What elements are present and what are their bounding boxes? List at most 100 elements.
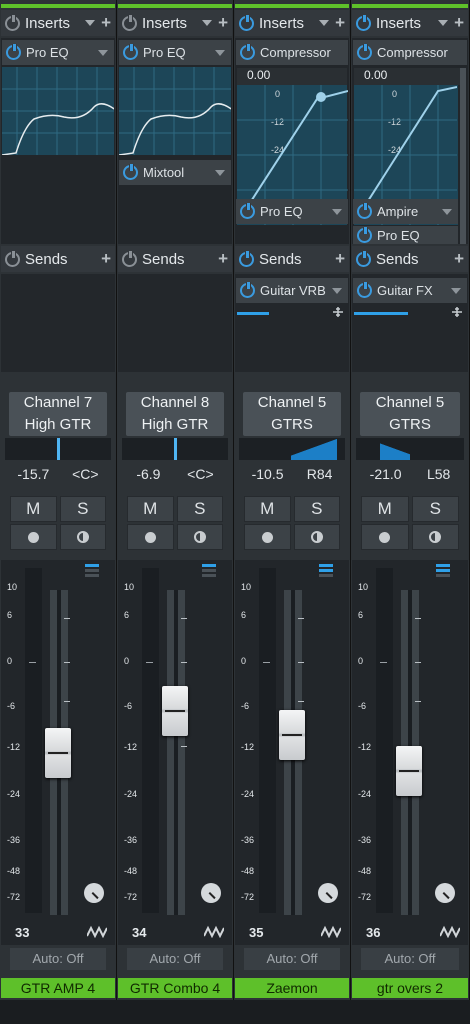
plus-icon[interactable]: + <box>335 249 345 269</box>
send-slot-guitar-vrb[interactable]: Guitar VRB <box>236 278 348 303</box>
power-icon[interactable] <box>6 44 21 60</box>
pan-slider[interactable] <box>122 438 228 460</box>
pan-slider[interactable] <box>5 438 111 460</box>
power-icon[interactable] <box>356 14 371 31</box>
insert-slot-pro-eq[interactable]: Pro EQ <box>236 199 348 224</box>
inserts-header[interactable]: Inserts + <box>118 10 232 36</box>
channel-io-box[interactable]: Channel 5 GTRS <box>360 392 460 436</box>
power-icon[interactable] <box>122 14 137 31</box>
pan-slider[interactable] <box>239 438 345 460</box>
plus-icon[interactable]: + <box>218 249 228 269</box>
power-icon[interactable] <box>240 203 255 219</box>
pan-knob-icon[interactable] <box>435 883 455 903</box>
insert-slot-ampire[interactable]: Ampire <box>353 199 458 224</box>
insert-slot-compressor[interactable]: Compressor <box>353 40 467 65</box>
pan-knob-icon[interactable] <box>84 883 104 903</box>
power-icon[interactable] <box>122 250 137 267</box>
dropdown-triangle-icon[interactable] <box>451 287 461 294</box>
mute-button[interactable]: M <box>127 496 174 522</box>
waveform-icon[interactable] <box>87 924 107 938</box>
dropdown-triangle-icon[interactable] <box>332 208 342 215</box>
pan-knob-icon[interactable] <box>318 883 338 903</box>
power-icon[interactable] <box>239 14 254 31</box>
channel-name[interactable]: GTR Combo 4 <box>118 978 232 998</box>
send-pan-icon[interactable] <box>450 306 464 318</box>
insert-slot-mixtool[interactable]: Mixtool <box>119 160 231 185</box>
fader-track[interactable] <box>167 590 185 915</box>
plus-icon[interactable]: + <box>218 13 228 33</box>
fader-handle[interactable] <box>162 686 188 736</box>
mute-button[interactable]: M <box>10 496 57 522</box>
pan-slider[interactable] <box>356 438 464 460</box>
record-arm-button[interactable] <box>10 524 57 550</box>
automation-mode[interactable]: Auto: Off <box>127 948 223 970</box>
sends-header[interactable]: Sends + <box>352 246 468 272</box>
send-level-bar[interactable] <box>354 312 408 315</box>
waveform-icon[interactable] <box>440 924 460 938</box>
inserts-header[interactable]: Inserts + <box>1 10 115 36</box>
power-icon[interactable] <box>123 44 138 60</box>
fader-handle[interactable] <box>279 710 305 760</box>
solo-button[interactable]: S <box>59 496 106 522</box>
dropdown-triangle-icon[interactable] <box>438 20 449 26</box>
power-icon[interactable] <box>5 14 20 31</box>
power-icon[interactable] <box>357 203 372 219</box>
sends-header[interactable]: Sends + <box>1 246 115 272</box>
power-icon[interactable] <box>357 226 372 243</box>
waveform-icon[interactable] <box>321 924 341 938</box>
insert-slot-pro-eq[interactable]: Pro EQ <box>353 226 458 244</box>
channel-io-box[interactable]: Channel 8 High GTR <box>126 392 224 436</box>
plus-icon[interactable]: + <box>101 13 111 33</box>
plus-icon[interactable]: + <box>454 249 464 269</box>
solo-button[interactable]: S <box>293 496 340 522</box>
fader-handle[interactable] <box>45 728 71 778</box>
inserts-header[interactable]: Inserts + <box>352 10 468 36</box>
sends-header[interactable]: Sends + <box>235 246 349 272</box>
power-icon[interactable] <box>123 164 138 180</box>
channel-io-box[interactable]: Channel 5 GTRS <box>243 392 341 436</box>
dropdown-triangle-icon[interactable] <box>215 169 225 176</box>
dropdown-triangle-icon[interactable] <box>442 208 452 215</box>
power-icon[interactable] <box>357 44 372 60</box>
dropdown-triangle-icon[interactable] <box>332 287 342 294</box>
pan-knob-icon[interactable] <box>201 883 221 903</box>
power-icon[interactable] <box>239 250 254 267</box>
dropdown-triangle-icon[interactable] <box>202 20 213 26</box>
insert-slot-compressor[interactable]: Compressor <box>236 40 348 65</box>
power-icon[interactable] <box>5 250 20 267</box>
dropdown-triangle-icon[interactable] <box>319 20 330 26</box>
insert-slot-pro-eq[interactable]: Pro EQ <box>2 40 114 65</box>
dropdown-triangle-icon[interactable] <box>98 49 108 56</box>
channel-name[interactable]: GTR AMP 4 <box>1 978 115 998</box>
dropdown-triangle-icon[interactable] <box>85 20 96 26</box>
meter-mode-icon[interactable] <box>319 564 333 579</box>
plus-icon[interactable]: + <box>101 249 111 269</box>
automation-mode[interactable]: Auto: Off <box>361 948 459 970</box>
record-arm-button[interactable] <box>244 524 291 550</box>
power-icon[interactable] <box>357 282 372 298</box>
plus-icon[interactable]: + <box>335 13 345 33</box>
waveform-icon[interactable] <box>204 924 224 938</box>
fader-handle[interactable] <box>396 746 422 796</box>
send-level-bar[interactable] <box>237 312 269 315</box>
meter-mode-icon[interactable] <box>436 564 450 579</box>
insert-scrollbar[interactable] <box>460 68 466 244</box>
meter-mode-icon[interactable] <box>85 564 99 579</box>
power-icon[interactable] <box>240 44 255 60</box>
solo-button[interactable]: S <box>411 496 459 522</box>
inserts-header[interactable]: Inserts + <box>235 10 349 36</box>
monitor-button[interactable] <box>411 524 459 550</box>
mute-button[interactable]: M <box>361 496 409 522</box>
power-icon[interactable] <box>356 250 371 267</box>
send-pan-icon[interactable] <box>331 306 345 318</box>
channel-name[interactable]: gtr overs 2 <box>352 978 468 998</box>
power-icon[interactable] <box>240 282 255 298</box>
mute-button[interactable]: M <box>244 496 291 522</box>
send-slot-guitar-fx[interactable]: Guitar FX <box>353 278 467 303</box>
meter-mode-icon[interactable] <box>202 564 216 579</box>
monitor-button[interactable] <box>176 524 223 550</box>
solo-button[interactable]: S <box>176 496 223 522</box>
dropdown-triangle-icon[interactable] <box>215 49 225 56</box>
sends-header[interactable]: Sends + <box>118 246 232 272</box>
record-arm-button[interactable] <box>127 524 174 550</box>
